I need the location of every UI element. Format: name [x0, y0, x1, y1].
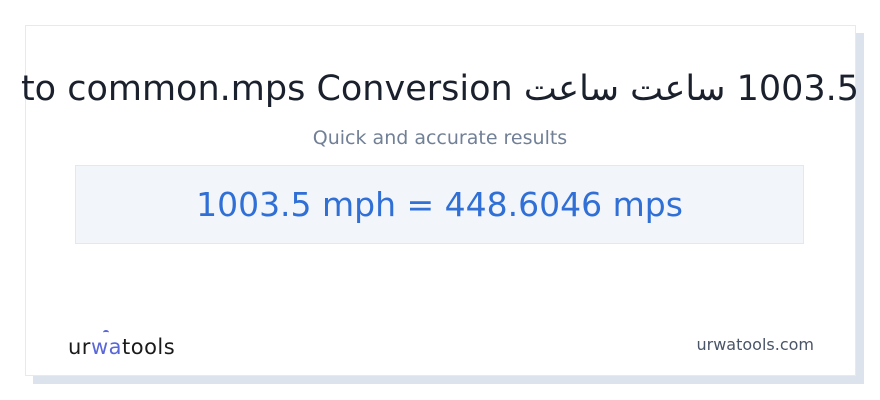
logo-text-ur: ur: [68, 335, 91, 359]
page-title: 1003.5 ساعت ساعت to common.mps Conversio…: [20, 69, 860, 109]
page-subtitle: Quick and accurate results: [312, 127, 568, 149]
logo-text-tools: tools: [122, 335, 176, 359]
conversion-result: 1003.5 mph = 448.6046 mps: [196, 185, 683, 224]
site-link[interactable]: urwatools.com: [697, 334, 815, 356]
logo-text-wa: wa: [90, 330, 122, 359]
urwatools-logo[interactable]: urwatools: [68, 330, 176, 360]
result-box: 1003.5 mph = 448.6046 mps: [75, 165, 804, 244]
